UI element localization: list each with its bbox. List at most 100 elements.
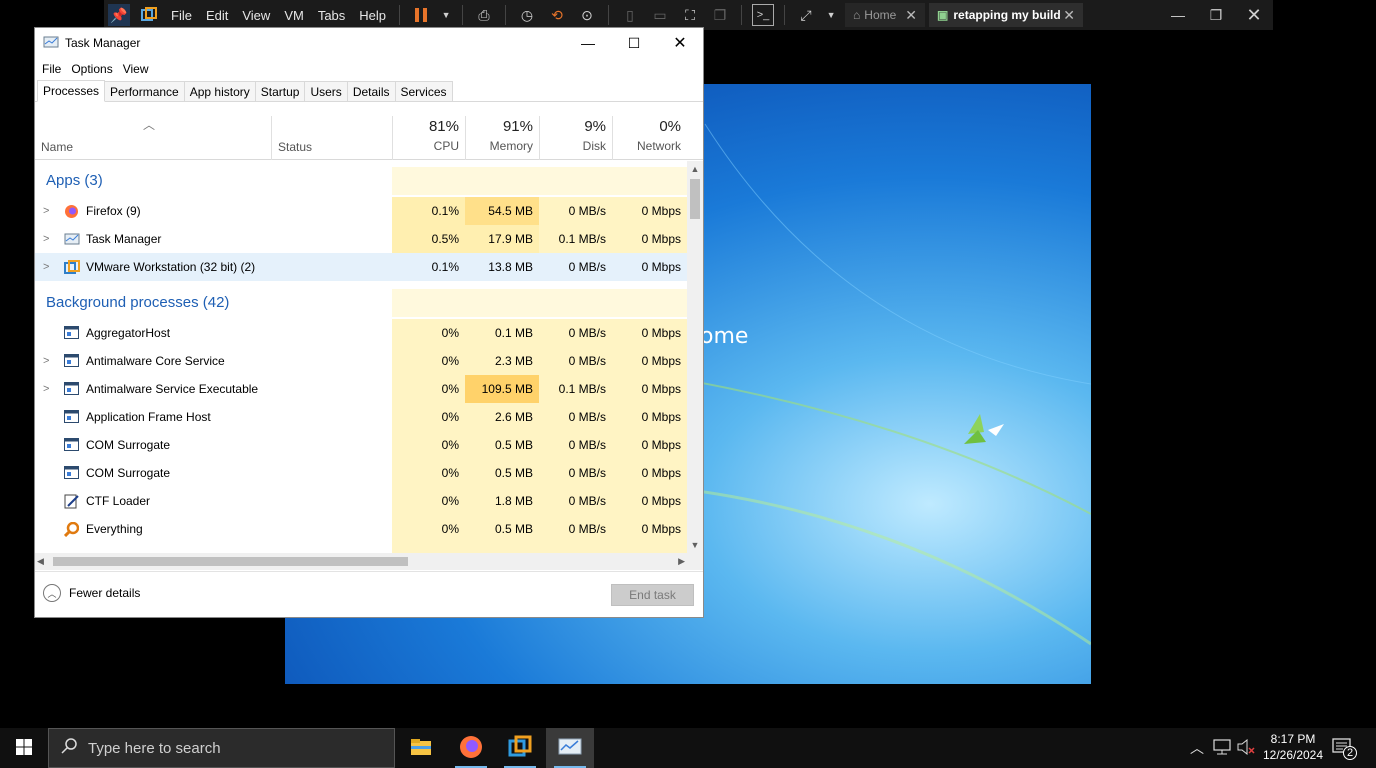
tab-retapping-my-build[interactable]: ▣ retapping my build ✕ (929, 3, 1084, 27)
tab-users[interactable]: Users (304, 81, 348, 101)
maximize-button[interactable]: ☐ (611, 28, 657, 58)
notification-button[interactable]: 2 (1332, 738, 1357, 760)
fewer-details-button[interactable]: ︿ Fewer details (43, 584, 140, 602)
vmware-icon (508, 735, 532, 762)
table-row[interactable]: > Firefox (9) 0.1% 54.5 MB 0 MB/s 0 Mbps (35, 197, 687, 225)
column-status[interactable]: Status (271, 116, 392, 160)
snapshot-icon[interactable]: ◷ (516, 4, 538, 26)
disk-value: 0 MB/s (539, 431, 612, 459)
chevron-right-icon[interactable]: > (43, 225, 49, 253)
horizontal-scrollbar[interactable]: ◀ ▶ (35, 553, 687, 570)
cpu-value: 0% (392, 403, 465, 431)
home-icon: ⌂ (853, 8, 861, 22)
process-icon (64, 466, 79, 480)
scroll-thumb[interactable] (53, 557, 408, 566)
thumbnail-bar-icon[interactable]: ▭ (649, 4, 671, 26)
table-row[interactable]: > Antimalware Core Service 0% 2.3 MB 0 M… (35, 347, 687, 375)
tab-home[interactable]: ⌂ Home ✕ (845, 3, 926, 27)
pin-icon[interactable]: 📌 (108, 4, 130, 26)
volume-muted-icon[interactable] (1237, 738, 1255, 758)
menu-options[interactable]: Options (66, 62, 117, 76)
scroll-right-icon[interactable]: ▶ (678, 553, 685, 570)
group-title: Background processes (42) (46, 294, 230, 311)
taskbar-file-explorer[interactable] (397, 728, 445, 768)
table-row-partial[interactable] (35, 543, 687, 553)
table-row[interactable]: > Antimalware Service Executable 0% 109.… (35, 375, 687, 403)
chevron-down-icon[interactable]: ▼ (440, 4, 452, 26)
chevron-right-icon[interactable]: > (43, 375, 49, 403)
clock[interactable]: 8:17 PM 12/26/2024 (1258, 731, 1328, 763)
scroll-up-icon[interactable]: ▲ (687, 161, 703, 177)
table-row[interactable]: > Task Manager 0.5% 17.9 MB 0.1 MB/s 0 M… (35, 225, 687, 253)
vm-menu-view[interactable]: View (235, 8, 277, 23)
table-row[interactable]: AggregatorHost 0% 0.1 MB 0 MB/s 0 Mbps (35, 319, 687, 347)
tab-services[interactable]: Services (394, 81, 453, 101)
minimize-button[interactable]: — (565, 28, 611, 58)
column-network[interactable]: 0% Network (612, 116, 687, 160)
console-icon[interactable]: >_ (752, 4, 775, 26)
vm-menu-file[interactable]: File (164, 8, 199, 23)
unity-icon[interactable]: ❐ (709, 4, 731, 26)
end-task-button[interactable]: End task (611, 584, 694, 606)
column-cpu[interactable]: 81% CPU (392, 116, 465, 160)
taskbar-task-manager[interactable] (546, 728, 594, 768)
full-screen-icon[interactable]: ⛶ (679, 4, 701, 26)
close-icon[interactable]: ✕ (905, 7, 917, 24)
search-box[interactable]: Type here to search (48, 728, 395, 768)
chevron-right-icon[interactable]: > (43, 253, 49, 281)
snapshot-manager-icon[interactable]: ⊙ (576, 4, 598, 26)
vm-menu-help[interactable]: Help (352, 8, 393, 23)
scroll-down-icon[interactable]: ▼ (687, 537, 703, 553)
pause-icon[interactable] (410, 4, 432, 26)
close-button[interactable]: ✕ (657, 28, 703, 58)
menu-view[interactable]: View (118, 62, 154, 76)
menu-file[interactable]: File (37, 62, 66, 76)
send-keys-icon[interactable]: ⎙ (473, 4, 495, 26)
vm-menu-edit[interactable]: Edit (199, 8, 235, 23)
taskbar-vmware[interactable] (496, 728, 544, 768)
column-disk[interactable]: 9% Disk (539, 116, 612, 160)
cell (392, 167, 465, 195)
minimize-icon[interactable]: — (1163, 4, 1193, 26)
library-icon[interactable]: ▯ (619, 4, 641, 26)
scroll-left-icon[interactable]: ◀ (37, 553, 44, 570)
vm-menu-tabs[interactable]: Tabs (311, 8, 352, 23)
process-name: Antimalware Core Service (86, 354, 225, 368)
tab-processes[interactable]: Processes (37, 80, 106, 102)
cpu-value: 0% (392, 319, 465, 347)
process-icon (64, 354, 79, 368)
disk-total: 9% (584, 118, 606, 135)
table-row[interactable]: COM Surrogate 0% 0.5 MB 0 MB/s 0 Mbps (35, 431, 687, 459)
chevron-right-icon[interactable]: > (43, 347, 49, 375)
tab-startup[interactable]: Startup (254, 81, 306, 101)
close-icon[interactable]: ✕ (1239, 4, 1269, 26)
tab-details[interactable]: Details (346, 81, 396, 101)
revert-snapshot-icon[interactable]: ⟲ (546, 4, 568, 26)
table-row[interactable]: > VMware Workstation (32 bit) (2) 0.1% 1… (35, 253, 687, 281)
close-icon[interactable]: ✕ (1063, 7, 1075, 24)
chevron-down-icon[interactable]: ▼ (825, 4, 837, 26)
show-hidden-icons-icon[interactable]: ︿ (1190, 738, 1204, 758)
table-row[interactable]: COM Surrogate 0% 0.5 MB 0 MB/s 0 Mbps (35, 459, 687, 487)
vertical-scrollbar[interactable]: ▲ ▼ (687, 161, 703, 553)
group-header-background[interactable]: Background processes (42) (35, 289, 687, 317)
tab-app-history[interactable]: App history (183, 81, 256, 101)
tab-performance[interactable]: Performance (104, 81, 185, 101)
vm-menu-vm[interactable]: VM (277, 8, 311, 23)
tab-retapping-label: retapping my build (953, 8, 1061, 22)
footer: ︿ Fewer details End task (35, 571, 703, 617)
table-row[interactable]: CTF Loader 0% 1.8 MB 0 MB/s 0 Mbps (35, 487, 687, 515)
restore-icon[interactable]: ❐ (1201, 4, 1231, 26)
column-name[interactable]: Name (41, 140, 73, 154)
chevron-right-icon[interactable]: > (43, 197, 49, 225)
title-bar[interactable]: Task Manager — ☐ ✕ (35, 28, 703, 58)
scroll-thumb[interactable] (690, 179, 700, 219)
stretch-icon[interactable]: ⤢ (795, 4, 817, 26)
start-button[interactable] (0, 728, 48, 768)
taskbar-firefox[interactable] (447, 728, 495, 768)
table-row[interactable]: Application Frame Host 0% 2.6 MB 0 MB/s … (35, 403, 687, 431)
table-row[interactable]: Everything 0% 0.5 MB 0 MB/s 0 Mbps (35, 515, 687, 543)
column-memory[interactable]: 91% Memory (465, 116, 539, 160)
group-header-apps[interactable]: Apps (3) (35, 167, 687, 195)
network-icon[interactable] (1213, 739, 1231, 758)
